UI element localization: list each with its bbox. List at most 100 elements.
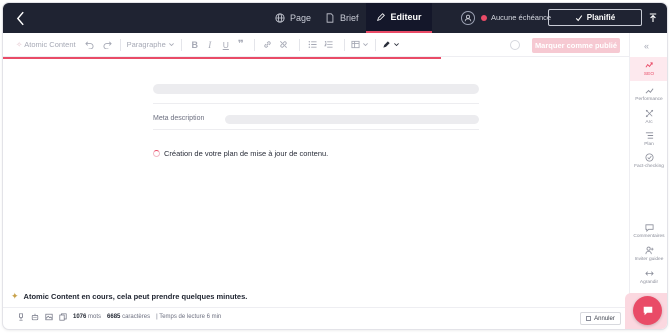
sidebar-item-label: Inviter guidee xyxy=(634,257,664,262)
toolbar-divider xyxy=(374,38,376,51)
status-circle-icon xyxy=(510,40,520,50)
word-count: 1076 mots xyxy=(73,314,101,320)
sidebar-item-seo[interactable]: SEO xyxy=(630,57,667,81)
sidebar-item-label: SEO xyxy=(643,72,655,77)
creating-plan-text: Création de votre plan de mise à jour de… xyxy=(164,149,329,158)
image-icon[interactable] xyxy=(45,313,53,321)
reading-time: | Temps de lecture 6 min xyxy=(156,314,222,320)
sidebar-item-comments[interactable]: Commentaires xyxy=(630,223,667,239)
sidebar-item-label: Plan xyxy=(644,142,654,147)
bullet-list-button[interactable] xyxy=(306,36,320,54)
plan-status-button[interactable]: Planifié xyxy=(548,9,642,26)
tab-editeur[interactable]: Editeur xyxy=(365,3,432,33)
user-icon xyxy=(464,14,472,22)
checkbox-icon xyxy=(586,316,592,321)
bold-icon: B xyxy=(191,39,199,50)
notice-text: Atomic Content en cours, cela peut prend… xyxy=(23,292,248,301)
spinner-icon xyxy=(153,150,160,157)
sidebar-item-performance[interactable]: Performance xyxy=(630,86,667,102)
document-icon xyxy=(326,13,334,23)
mark-published-button[interactable]: Marquer comme publié xyxy=(532,38,620,53)
seo-icon xyxy=(645,62,653,68)
sidebar-item-label: Arc xyxy=(645,120,653,125)
chart-icon xyxy=(645,88,653,94)
chat-icon xyxy=(643,306,652,315)
quote-button[interactable]: ❞ xyxy=(234,36,248,54)
char-count: 6685 caractères xyxy=(107,314,150,320)
top-tabs: Page Brief Editeur xyxy=(268,3,432,33)
italic-icon: I xyxy=(208,39,212,50)
tab-brief[interactable]: Brief xyxy=(318,3,366,33)
undo-button[interactable] xyxy=(84,36,96,54)
top-bar: Page Brief Editeur Aucune échéance Plani… xyxy=(3,3,667,33)
table-icon xyxy=(351,40,360,49)
creating-plan-message: Création de votre plan de mise à jour de… xyxy=(153,149,328,158)
chat-button[interactable] xyxy=(633,296,662,325)
char-count-value: 6685 xyxy=(107,314,121,320)
back-button[interactable] xyxy=(11,7,29,29)
sidebar-item-label: Fact-checking xyxy=(634,164,664,169)
link-icon xyxy=(264,41,271,48)
sidebar-item-fact-checking[interactable]: Fact-checking xyxy=(630,153,667,169)
status-bar: 1076 mots 6685 caractères | Temps de lec… xyxy=(17,313,221,321)
highlight-button[interactable] xyxy=(382,36,400,54)
char-count-label: caractères xyxy=(122,314,151,320)
sidebar-item-label: Commentaires xyxy=(633,234,665,239)
redo-button[interactable] xyxy=(102,36,114,54)
copy-icon[interactable] xyxy=(59,313,67,321)
due-label: Aucune échéance xyxy=(491,13,552,22)
check-icon xyxy=(644,153,654,162)
double-chevron-left-icon: « xyxy=(644,41,650,51)
paragraph-style-label: Paragraphe xyxy=(126,40,166,49)
export-button[interactable] xyxy=(646,11,660,25)
tab-page[interactable]: Page xyxy=(268,3,318,33)
unlink-button[interactable] xyxy=(275,36,293,54)
atomic-content-button[interactable]: ✧ Atomic Content xyxy=(16,36,76,54)
meta-description-label: Meta description xyxy=(153,115,205,122)
bold-button[interactable]: B xyxy=(188,36,202,54)
sidebar-item-plan[interactable]: Plan xyxy=(630,131,667,147)
app-window: Page Brief Editeur Aucune échéance Plani… xyxy=(3,3,667,329)
sidebar-item-label: Agrandir xyxy=(639,280,659,285)
check-icon xyxy=(575,14,582,21)
toolbar-divider xyxy=(180,38,182,51)
robot-icon[interactable] xyxy=(31,313,39,321)
upload-icon xyxy=(649,13,657,22)
bullet-list-icon xyxy=(308,41,317,48)
sidebar-item-label: Performance xyxy=(635,97,663,102)
plan-icon xyxy=(645,132,653,139)
chevron-left-icon xyxy=(16,11,24,25)
sidebar-item-expand[interactable]: Agrandir xyxy=(630,269,667,285)
collapse-sidebar-button[interactable]: « xyxy=(644,41,649,51)
due-date-selector[interactable]: Aucune échéance xyxy=(481,13,551,22)
italic-button[interactable]: I xyxy=(202,36,218,54)
unlink-icon xyxy=(280,41,288,48)
globe-icon xyxy=(275,13,285,23)
word-count-label: mots xyxy=(88,314,102,320)
cancel-label: Annuler xyxy=(594,315,615,322)
title-placeholder[interactable] xyxy=(153,84,479,94)
atomic-content-label: Atomic Content xyxy=(24,40,76,49)
chevron-down-icon xyxy=(393,43,399,47)
underline-button[interactable]: U xyxy=(218,36,234,54)
numbered-list-icon xyxy=(324,40,333,48)
divider xyxy=(153,129,479,130)
link-button[interactable] xyxy=(261,36,275,54)
toolbar-divider xyxy=(343,38,345,51)
trophy-icon[interactable] xyxy=(17,313,25,321)
expand-icon xyxy=(644,271,654,276)
marker-icon xyxy=(383,41,390,48)
paragraph-style-select[interactable]: Paragraphe xyxy=(127,36,175,54)
editor-toolbar: ✧ Atomic Content Paragraphe B I U ❞ Marq… xyxy=(3,33,629,57)
pencil-icon xyxy=(376,13,385,21)
avatar[interactable] xyxy=(461,11,475,25)
sidebar-item-arc[interactable]: Arc xyxy=(630,109,667,125)
numbered-list-button[interactable] xyxy=(320,36,338,54)
undo-icon xyxy=(85,41,94,49)
sparkle-icon: ✦ xyxy=(11,291,19,301)
atomic-content-notice: ✦ Atomic Content en cours, cela peut pre… xyxy=(11,291,247,302)
table-insert-button[interactable] xyxy=(351,36,369,54)
meta-description-placeholder[interactable] xyxy=(225,115,479,124)
sidebar-item-invite[interactable]: Inviter guidee xyxy=(630,246,667,262)
cancel-button[interactable]: Annuler xyxy=(580,312,621,325)
